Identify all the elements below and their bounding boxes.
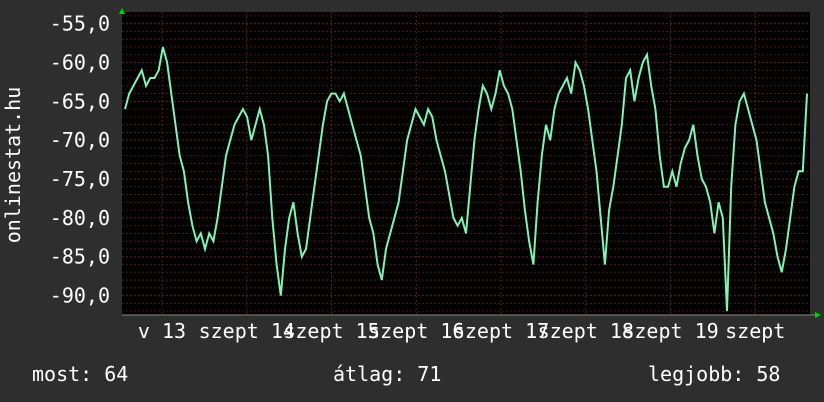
x-axis: v 13 szept 14szept 15szept 16szept 17szep… xyxy=(122,314,818,343)
line-chart: -55,0 -60,0 -65,0 -70,0 -75,0 -80,0 -85,0 -90,0… xyxy=(1,8,821,343)
x-tick-label: szept 19 xyxy=(622,319,718,343)
x-tick-label: szept 18 xyxy=(538,319,634,343)
y-axis-arrow xyxy=(119,8,125,14)
x-tick-label: v 13 xyxy=(138,319,186,343)
y-tick-label: -55,0 xyxy=(50,12,110,36)
y-tick-label: -85,0 xyxy=(50,245,110,269)
x-tick-label: szept 15 xyxy=(283,319,379,343)
y-tick-label: -80,0 xyxy=(50,206,110,230)
average-value-stat: átlag: 71 xyxy=(333,362,442,386)
y-axis-label: onlinestat.hu xyxy=(1,87,25,244)
y-axis: -55,0 -60,0 -65,0 -70,0 -75,0 -80,0 -85,0 -90,0 xyxy=(50,12,110,308)
x-tick-label: szept 16 xyxy=(368,319,464,343)
x-tick-label: szept xyxy=(725,319,785,343)
y-tick-label: -60,0 xyxy=(50,51,110,75)
y-tick-label: -90,0 xyxy=(50,284,110,308)
x-tick-label: szept 14 xyxy=(199,319,295,343)
current-value-stat: most: 64 xyxy=(32,362,129,386)
y-tick-label: -70,0 xyxy=(50,128,110,152)
y-tick-label: -75,0 xyxy=(50,167,110,191)
x-axis-arrow xyxy=(815,312,821,318)
y-tick-label: -65,0 xyxy=(50,89,110,113)
best-value-stat: legjobb: 58 xyxy=(648,362,781,386)
x-tick-label: szept 17 xyxy=(453,319,549,343)
